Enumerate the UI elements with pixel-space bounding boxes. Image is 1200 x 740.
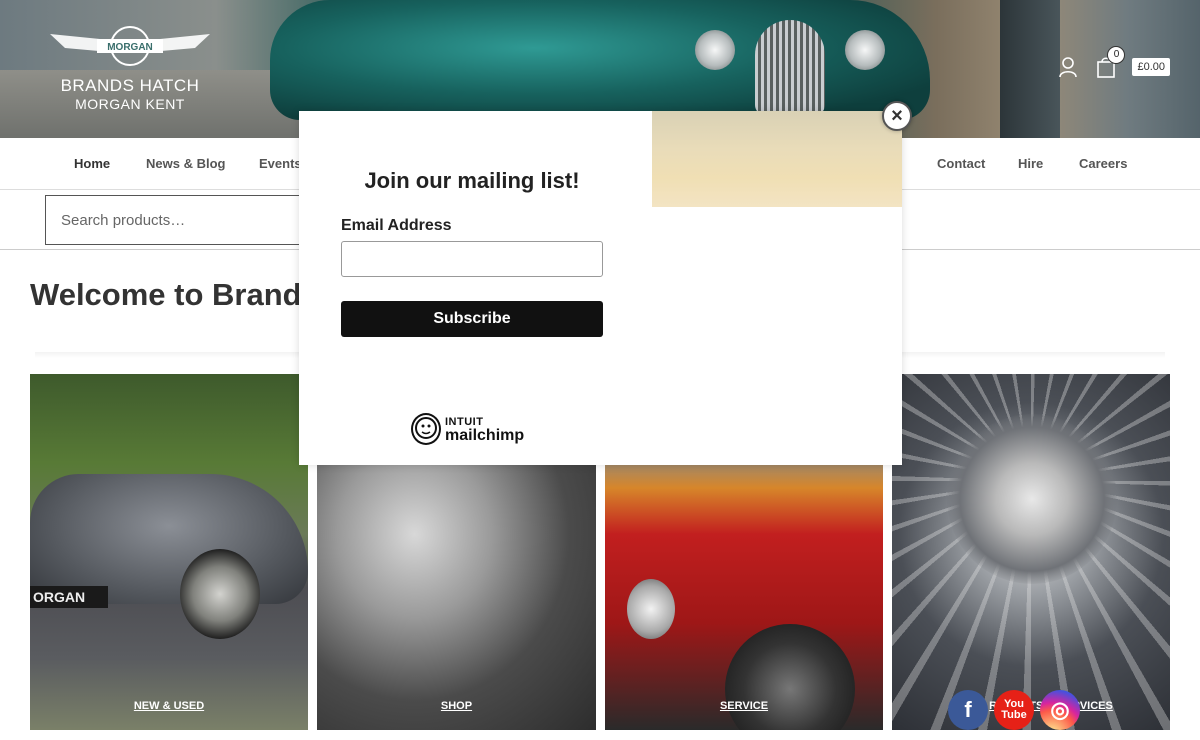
tile-parts-services[interactable]: RT PARTS & SERVICES bbox=[892, 374, 1170, 730]
search-input[interactable] bbox=[45, 195, 325, 245]
hero-car-image bbox=[270, 0, 930, 120]
close-icon[interactable]: × bbox=[882, 101, 912, 131]
facebook-icon[interactable]: f bbox=[948, 690, 988, 730]
user-icon[interactable] bbox=[1056, 55, 1080, 79]
popup-title: Join our mailing list! bbox=[364, 168, 580, 193]
site-logo[interactable]: MORGAN BRANDS HATCH MORGAN KENT bbox=[45, 26, 215, 116]
nav-item-careers[interactable]: Careers bbox=[1079, 156, 1127, 171]
tile-label-new-used[interactable]: NEW & USED bbox=[30, 700, 308, 712]
nav-item-home[interactable]: Home bbox=[74, 156, 110, 171]
logo-badge-text: MORGAN bbox=[107, 42, 153, 53]
logo-line1: BRANDS HATCH bbox=[60, 76, 200, 95]
popup-image bbox=[652, 111, 902, 207]
social-links: f You Tube ◎ bbox=[948, 690, 1080, 730]
logo-line2: MORGAN KENT bbox=[75, 96, 185, 112]
nav-item-events[interactable]: Events bbox=[259, 156, 302, 171]
tile-new-used[interactable]: ORGAN NEW & USED bbox=[30, 374, 308, 730]
mailing-list-popup: Join our mailing list! Email Address Sub… bbox=[299, 111, 902, 465]
email-field[interactable] bbox=[341, 241, 603, 277]
email-label: Email Address bbox=[341, 217, 452, 234]
shopping-bag-icon[interactable]: 0 bbox=[1094, 46, 1126, 79]
morgan-wings-logo: MORGAN bbox=[50, 26, 210, 66]
nav-item-hire[interactable]: Hire bbox=[1018, 156, 1043, 171]
nav-item-contact[interactable]: Contact bbox=[937, 156, 985, 171]
cart-total[interactable]: £0.00 bbox=[1132, 58, 1170, 76]
number-plate: ORGAN bbox=[30, 586, 108, 608]
mailchimp-logo[interactable]: INTUIT mailchimp bbox=[411, 413, 524, 445]
page-title: Welcome to Brands bbox=[30, 277, 319, 312]
header-actions: 0 £0.00 bbox=[1056, 46, 1170, 82]
nav-item-news-blog[interactable]: News & Blog bbox=[146, 156, 225, 171]
subscribe-button[interactable]: Subscribe bbox=[341, 301, 603, 337]
mailchimp-freddie-icon bbox=[411, 413, 441, 445]
tile-label-shop[interactable]: SHOP bbox=[317, 700, 596, 712]
cart-count-badge: 0 bbox=[1107, 46, 1126, 64]
mailchimp-line2: mailchimp bbox=[445, 427, 525, 444]
tile-label-service[interactable]: SERVICE bbox=[605, 700, 883, 712]
youtube-icon[interactable]: You Tube bbox=[994, 690, 1034, 730]
instagram-icon[interactable]: ◎ bbox=[1040, 690, 1080, 730]
